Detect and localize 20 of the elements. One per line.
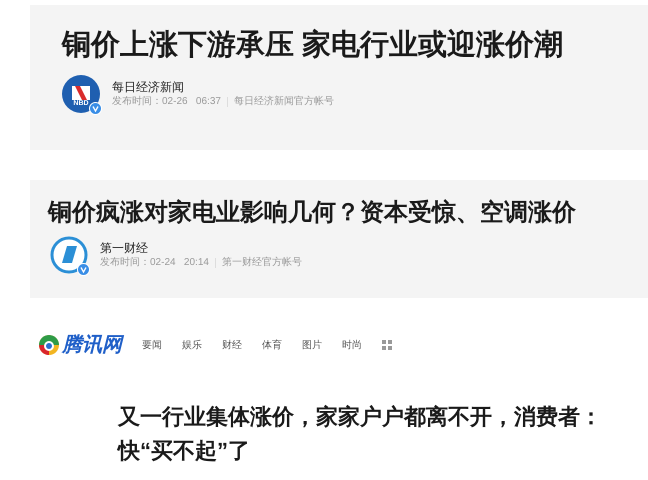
logo-icon xyxy=(38,334,60,356)
article-title[interactable]: 铜价疯涨对家电业影响几何？资本受惊、空调涨价 xyxy=(48,198,648,228)
nav-link[interactable]: 娱乐 xyxy=(182,338,202,352)
nav-link[interactable]: 图片 xyxy=(302,338,322,352)
source-name[interactable]: 第一财经 xyxy=(100,242,302,254)
stripe-icon xyxy=(72,86,90,100)
article-title[interactable]: 铜价上涨下游承压 家电行业或迎涨价潮 xyxy=(62,27,648,64)
grid-icon[interactable] xyxy=(382,340,392,350)
account-label: 每日经济新闻官方帐号 xyxy=(234,97,334,108)
headline[interactable]: 又一行业集体涨价，家家户户都离不开，消费者： 快“买不起”了 xyxy=(118,400,648,468)
nav-link[interactable]: 要闻 xyxy=(142,338,162,352)
site-logo[interactable]: 腾讯网 xyxy=(62,330,122,360)
source-name[interactable]: 每日经济新闻 xyxy=(112,81,334,94)
nav-link[interactable]: 财经 xyxy=(222,338,242,352)
publish-time: 发布时间：02-24 20:14 xyxy=(100,258,209,268)
account-label: 第一财经官方帐号 xyxy=(222,258,302,268)
avatar-logo xyxy=(50,236,88,274)
nav-link[interactable]: 时尚 xyxy=(342,338,362,352)
nav-link[interactable]: 体育 xyxy=(262,338,282,352)
publish-time: 发布时间：02-26 06:37 xyxy=(112,97,221,108)
